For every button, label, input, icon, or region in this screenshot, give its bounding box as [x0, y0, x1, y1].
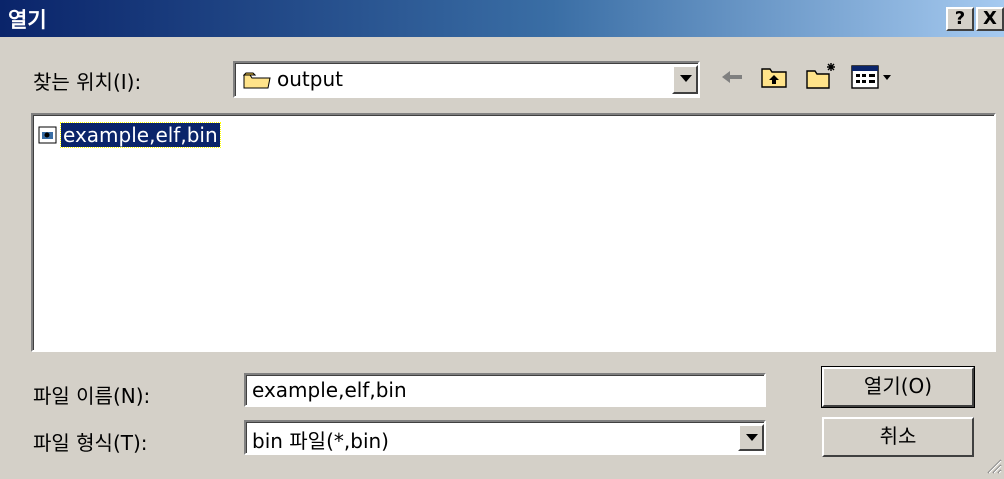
look-in-combobox[interactable]: output	[233, 61, 700, 98]
close-button[interactable]: X	[976, 7, 1004, 31]
filetype-dropdown-button[interactable]	[738, 424, 764, 451]
up-folder-icon[interactable]	[760, 63, 788, 91]
look-in-value: output	[277, 67, 343, 91]
help-button[interactable]: ?	[946, 7, 974, 31]
resize-grip-icon[interactable]	[984, 455, 1002, 474]
folder-icon	[242, 70, 271, 90]
look-in-label: 찾는 위치(I):	[33, 70, 142, 94]
file-list[interactable]: example,elf,bin	[31, 113, 996, 352]
look-in-dropdown-button[interactable]	[672, 65, 698, 94]
file-name: example,elf,bin	[60, 122, 221, 148]
filetype-combobox[interactable]: bin 파일(*,bin)	[244, 420, 766, 455]
cancel-button[interactable]: 취소	[822, 417, 974, 457]
filetype-label: 파일 형식(T):	[33, 431, 148, 455]
back-arrow-icon[interactable]	[718, 63, 746, 91]
chevron-down-icon	[746, 434, 758, 441]
new-folder-icon[interactable]	[805, 61, 837, 91]
window-title: 열기	[8, 8, 47, 32]
view-menu-icon[interactable]	[850, 64, 896, 90]
filename-label: 파일 이름(N):	[33, 384, 151, 408]
title-bar[interactable]	[0, 0, 1004, 37]
filename-value: example,elf,bin	[252, 378, 407, 402]
filetype-value: bin 파일(*,bin)	[252, 429, 389, 453]
filename-input[interactable]: example,elf,bin	[244, 373, 766, 407]
file-icon	[38, 125, 58, 145]
chevron-down-icon	[680, 75, 692, 82]
list-item[interactable]: example,elf,bin	[38, 122, 221, 148]
open-button[interactable]: 열기(O)	[821, 366, 975, 408]
